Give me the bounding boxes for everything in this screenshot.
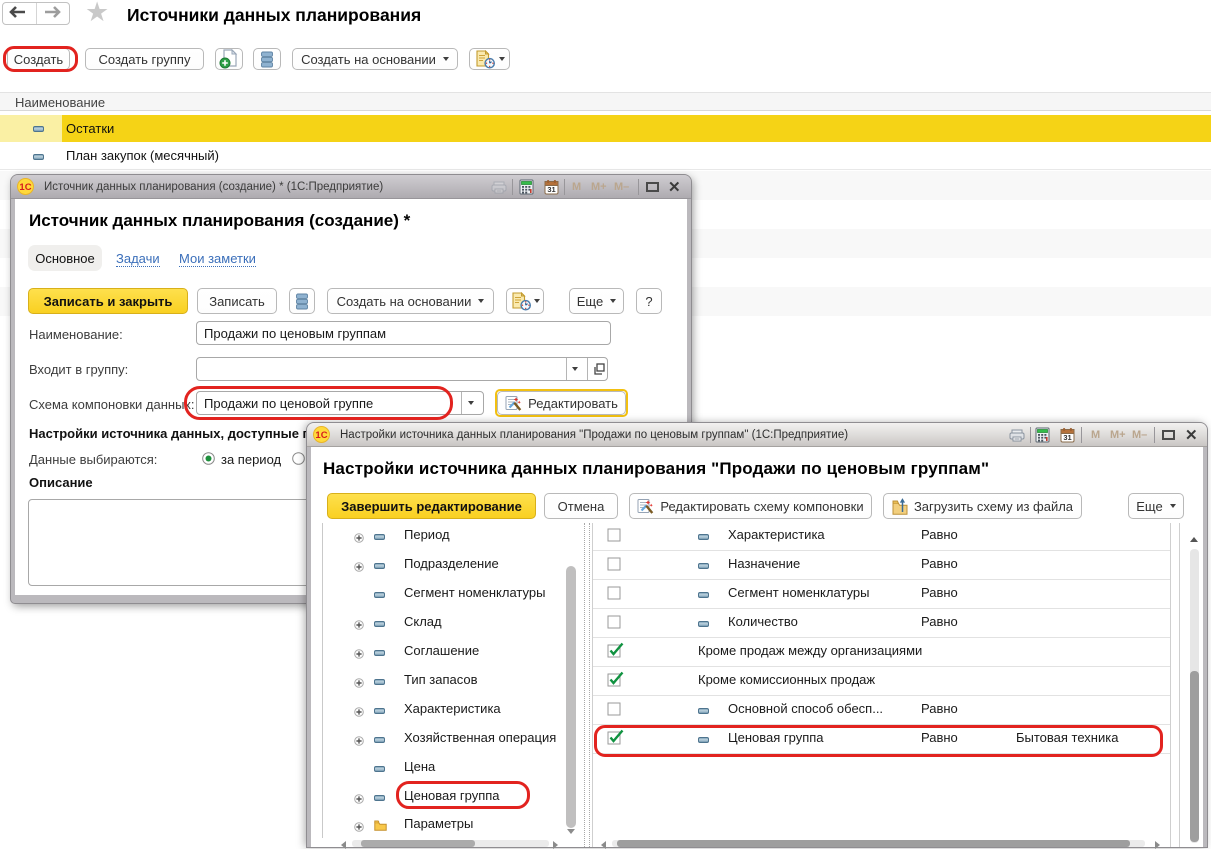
svg-text:31: 31 [547, 185, 555, 194]
svg-text:1C: 1C [315, 430, 327, 441]
svg-text:31: 31 [1063, 433, 1071, 442]
svg-text:1C: 1C [19, 182, 31, 193]
